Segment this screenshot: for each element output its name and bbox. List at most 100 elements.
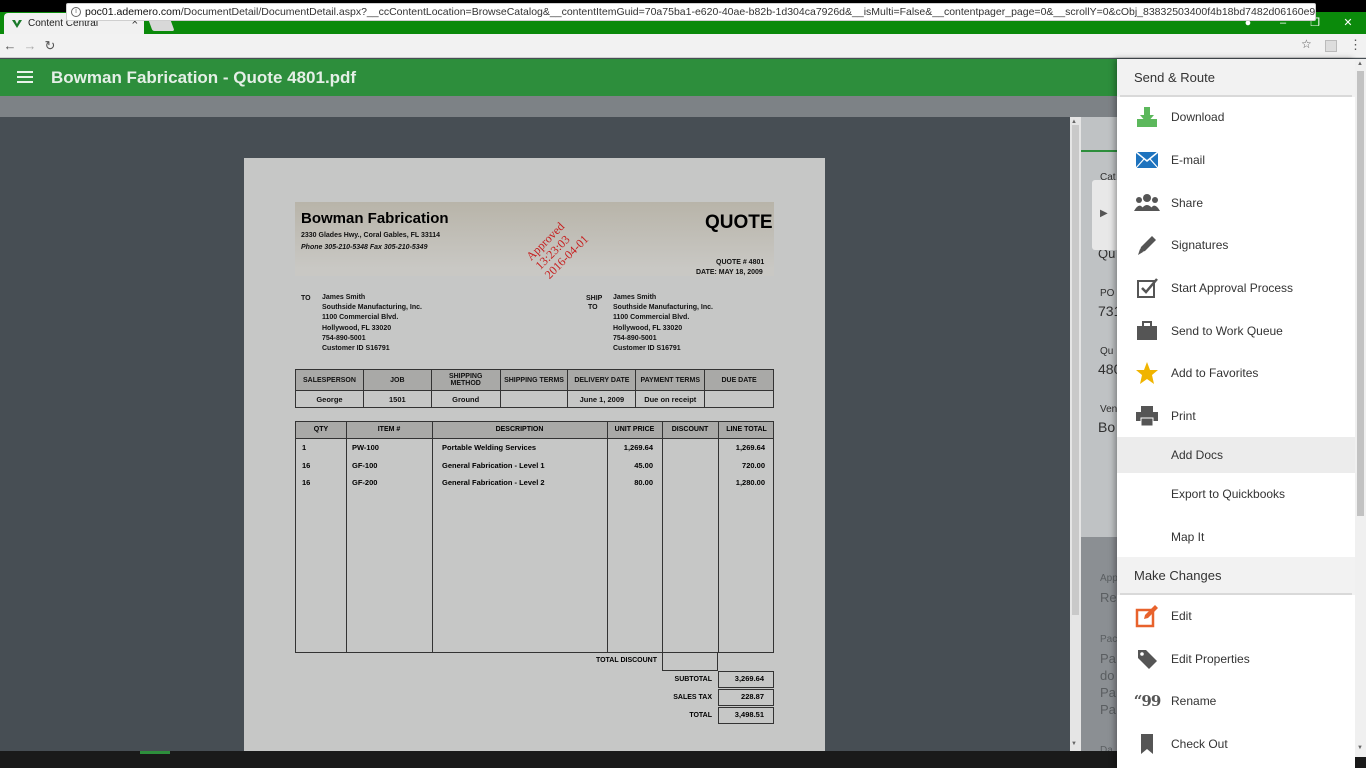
- property-fragment: Pa: [1100, 685, 1116, 700]
- drawer-scrollbar[interactable]: ▲ ▼: [1355, 59, 1366, 757]
- item-number: PW-100: [352, 443, 379, 452]
- quote-number: QUOTE # 4801: [716, 259, 765, 266]
- ship-to-label: TO: [588, 304, 598, 311]
- item-line-total: 720.00: [742, 460, 765, 470]
- pen-icon: [1134, 232, 1160, 258]
- menu-item-map-it[interactable]: Map It: [1117, 519, 1355, 555]
- menu-item-download[interactable]: Download: [1117, 99, 1355, 135]
- url-input[interactable]: i poc01.ademero.com/DocumentDetail/Docum…: [66, 3, 1316, 21]
- item-header-cell: QTY: [313, 426, 329, 433]
- url-path: /DocumentDetail/DocumentDetail.aspx?__cc…: [180, 6, 1316, 18]
- scroll-down-icon[interactable]: ▼: [1357, 745, 1363, 751]
- pdf-page: Bowman Fabrication 2330 Glades Hwy., Cor…: [244, 158, 825, 758]
- drawer-scroll-thumb[interactable]: [1357, 71, 1364, 516]
- menu-item-share[interactable]: Share: [1117, 185, 1355, 221]
- bookmark-star-icon[interactable]: ☆: [1301, 37, 1312, 51]
- actions-drawer: Send & Route Download E-mail Share Signatur…: [1117, 59, 1355, 768]
- viewer-scrollbar[interactable]: [1070, 117, 1081, 757]
- menu-item-label: Send to Work Queue: [1171, 324, 1283, 338]
- item-header-cell: UNIT PRICE: [614, 426, 655, 433]
- subtotal-label: SUBTOTAL: [674, 676, 712, 683]
- briefcase-icon: [1134, 318, 1160, 344]
- order-value-cell: [499, 390, 569, 408]
- menu-item-rename[interactable]: “99 Rename: [1117, 683, 1355, 719]
- share-icon: [1134, 190, 1160, 216]
- email-icon: [1134, 147, 1160, 173]
- menu-item-signatures[interactable]: Signatures: [1117, 227, 1355, 263]
- company-phone: Phone 305-210-5348 Fax 305-210-5349: [301, 244, 428, 251]
- menu-item-add-docs[interactable]: Add Docs: [1117, 437, 1355, 473]
- order-header-cell: DUE DATE: [704, 369, 774, 391]
- order-value-cell: 1501: [362, 390, 432, 408]
- property-fragment: App: [1100, 573, 1118, 584]
- column-divider: [718, 422, 719, 652]
- menu-item-e-mail[interactable]: E-mail: [1117, 142, 1355, 178]
- url-host: poc01.ademero.com: [85, 6, 181, 18]
- property-fragment: PO: [1100, 288, 1115, 299]
- item-qty: 1: [302, 443, 307, 452]
- column-divider: [662, 422, 663, 652]
- browser-menu-icon[interactable]: ⋮: [1349, 37, 1362, 53]
- menu-item-edit[interactable]: Edit: [1117, 598, 1355, 634]
- item-header-cell: LINE TOTAL: [726, 426, 767, 433]
- properties-tab-indicator: [1081, 150, 1117, 152]
- menu-item-add-to-favorites[interactable]: Add to Favorites: [1117, 355, 1355, 391]
- total-value: 3,498.51: [718, 707, 774, 724]
- expand-panel-button[interactable]: ▶: [1092, 180, 1117, 250]
- close-window-button[interactable]: ✕: [1333, 13, 1363, 33]
- menu-item-label: Check Out: [1171, 737, 1228, 751]
- sales-tax-label: SALES TAX: [673, 694, 712, 701]
- order-value-cell: George: [295, 390, 364, 408]
- menu-item-send-to-work-queue[interactable]: Send to Work Queue: [1117, 313, 1355, 349]
- to-label: TO: [301, 295, 311, 302]
- menu-item-label: Signatures: [1171, 238, 1229, 252]
- bill-to-line: 1100 Commercial Blvd.: [322, 314, 399, 322]
- menu-item-export-to-quickbooks[interactable]: Export to Quickbooks: [1117, 476, 1355, 512]
- page-title: Bowman Fabrication - Quote 4801.pdf: [51, 68, 357, 87]
- edit-icon: [1134, 603, 1160, 629]
- viewer-scroll-up-icon[interactable]: ▲: [1071, 119, 1077, 125]
- order-header-cell: DELIVERY DATE: [567, 369, 637, 391]
- order-value-cell: Due on receipt: [635, 390, 706, 408]
- column-divider: [432, 422, 433, 652]
- ship-to-line: 1100 Commercial Blvd.: [613, 314, 690, 322]
- content-central-favicon-icon: [12, 19, 22, 28]
- extension-icon[interactable]: [1325, 40, 1337, 52]
- menu-item-label: Share: [1171, 196, 1204, 210]
- order-header-cell: SALESPERSON: [295, 369, 364, 391]
- hamburger-menu-icon[interactable]: [17, 71, 33, 83]
- property-fragment: Ven: [1100, 404, 1118, 415]
- ship-to-line: James Smith: [613, 294, 657, 301]
- order-value-cell: Ground: [430, 390, 501, 408]
- viewer-scroll-down-icon[interactable]: ▼: [1071, 741, 1077, 747]
- bill-to-line: James Smith: [322, 294, 366, 301]
- reload-button[interactable]: ↻: [40, 38, 60, 54]
- property-fragment: do: [1100, 668, 1115, 683]
- menu-item-print[interactable]: Print: [1117, 398, 1355, 434]
- menu-item-label: Print: [1171, 409, 1196, 423]
- checkbox-icon: [1134, 275, 1160, 301]
- property-fragment: Re: [1100, 590, 1117, 605]
- scroll-up-icon[interactable]: ▲: [1357, 61, 1363, 67]
- section-make-changes: Make Changes: [1117, 557, 1355, 595]
- viewer-toolbar: [0, 96, 1117, 117]
- order-info-table: SALESPERSON JOB SHIPPING METHOD SHIPPING TE…: [295, 369, 774, 408]
- property-fragment: Pac: [1100, 634, 1118, 645]
- download-icon: [1134, 104, 1160, 130]
- total-label: TOTAL: [689, 712, 712, 719]
- site-info-icon[interactable]: i: [71, 7, 81, 17]
- quote-icon: “99: [1134, 688, 1161, 714]
- order-value-cell: June 1, 2009: [567, 390, 637, 408]
- company-name: Bowman Fabrication: [301, 210, 449, 227]
- menu-item-edit-properties[interactable]: Edit Properties: [1117, 641, 1355, 677]
- ship-to-line: Hollywood, FL 33020: [613, 324, 683, 332]
- menu-item-label: Map It: [1171, 530, 1205, 544]
- column-divider: [346, 422, 347, 652]
- back-button[interactable]: ←: [0, 38, 20, 53]
- menu-item-check-out[interactable]: Check Out: [1117, 726, 1355, 762]
- viewer-scroll-thumb[interactable]: [1072, 125, 1079, 615]
- menu-item-start-approval-process[interactable]: Start Approval Process: [1117, 270, 1355, 306]
- forward-button[interactable]: →: [20, 38, 40, 53]
- line-items-table: QTY ITEM # DESCRIPTION UNIT PRICE DISCOUNT LI…: [295, 421, 774, 653]
- property-fragment: Pa: [1100, 702, 1116, 717]
